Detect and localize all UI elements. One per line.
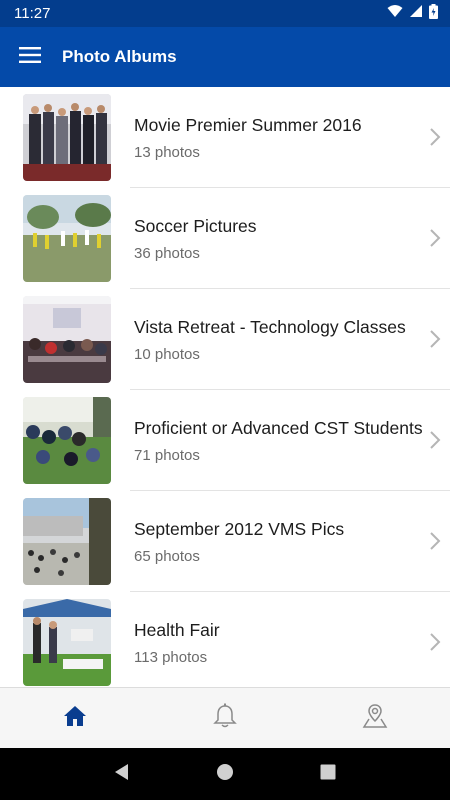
chevron-right-icon (428, 630, 442, 654)
album-row-movie-premier[interactable]: Movie Premier Summer 2016 13 photos (0, 87, 450, 188)
status-bar: 11:27 (0, 0, 450, 27)
album-title: Health Fair (134, 620, 220, 640)
album-row-soccer[interactable]: Soccer Pictures 36 photos (0, 188, 450, 289)
album-list[interactable]: Movie Premier Summer 2016 13 photos Socc… (0, 87, 450, 687)
recents-button[interactable] (308, 754, 348, 794)
album-title: September 2012 VMS Pics (134, 519, 345, 539)
home-system-button[interactable] (205, 754, 245, 794)
album-text: Vista Retreat - Technology Classes 10 ph… (134, 317, 424, 363)
nav-map[interactable] (300, 688, 450, 748)
album-thumbnail (23, 397, 111, 484)
album-thumbnail (23, 94, 111, 181)
chevron-right-icon (428, 529, 442, 553)
album-text: Soccer Pictures 36 photos (134, 216, 424, 262)
status-time: 11:27 (14, 5, 51, 22)
system-nav-bar (0, 748, 450, 800)
page-title: Photo Albums (62, 47, 177, 66)
album-count: 71 photos (134, 447, 200, 464)
album-title: Movie Premier Summer 2016 (134, 115, 362, 135)
album-title: Vista Retreat - Technology Classes (134, 317, 406, 337)
chevron-right-icon (428, 125, 442, 149)
album-thumbnail (23, 195, 111, 282)
back-button[interactable] (102, 754, 142, 794)
album-title: Soccer Pictures (134, 216, 257, 236)
chevron-right-icon (428, 226, 442, 250)
home-icon (63, 705, 87, 732)
app-bar: Photo Albums (0, 27, 450, 87)
menu-button[interactable] (0, 27, 60, 87)
recents-square-icon (320, 764, 336, 785)
album-row-cst-students[interactable]: Proficient or Advanced CST Students 71 p… (0, 390, 450, 491)
album-row-health-fair[interactable]: Health Fair 113 photos (0, 592, 450, 687)
nav-home[interactable] (0, 688, 150, 748)
album-text: September 2012 VMS Pics 65 photos (134, 519, 424, 565)
album-thumbnail (23, 296, 111, 383)
wifi-icon (387, 4, 403, 23)
chevron-right-icon (428, 327, 442, 351)
status-icons (387, 3, 438, 24)
bottom-nav (0, 687, 450, 748)
home-circle-icon (216, 763, 234, 786)
album-title: Proficient or Advanced CST Students (134, 418, 423, 438)
album-count: 13 photos (134, 144, 200, 161)
bell-icon (213, 703, 237, 734)
album-thumbnail (23, 599, 111, 686)
album-row-september-2012[interactable]: September 2012 VMS Pics 65 photos (0, 491, 450, 592)
album-row-vista-retreat[interactable]: Vista Retreat - Technology Classes 10 ph… (0, 289, 450, 390)
nav-notifications[interactable] (150, 688, 300, 748)
back-triangle-icon (113, 763, 131, 786)
album-text: Proficient or Advanced CST Students 71 p… (134, 418, 424, 464)
album-thumbnail (23, 498, 111, 585)
battery-icon (429, 3, 438, 24)
album-count: 10 photos (134, 346, 200, 363)
album-count: 113 photos (134, 649, 208, 666)
album-count: 36 photos (134, 245, 200, 262)
album-text: Health Fair 113 photos (134, 620, 424, 666)
album-text: Movie Premier Summer 2016 13 photos (134, 115, 424, 161)
map-pin-icon (362, 703, 388, 734)
album-count: 65 photos (134, 548, 200, 565)
hamburger-icon (19, 46, 41, 68)
signal-icon (409, 4, 423, 23)
chevron-right-icon (428, 428, 442, 452)
